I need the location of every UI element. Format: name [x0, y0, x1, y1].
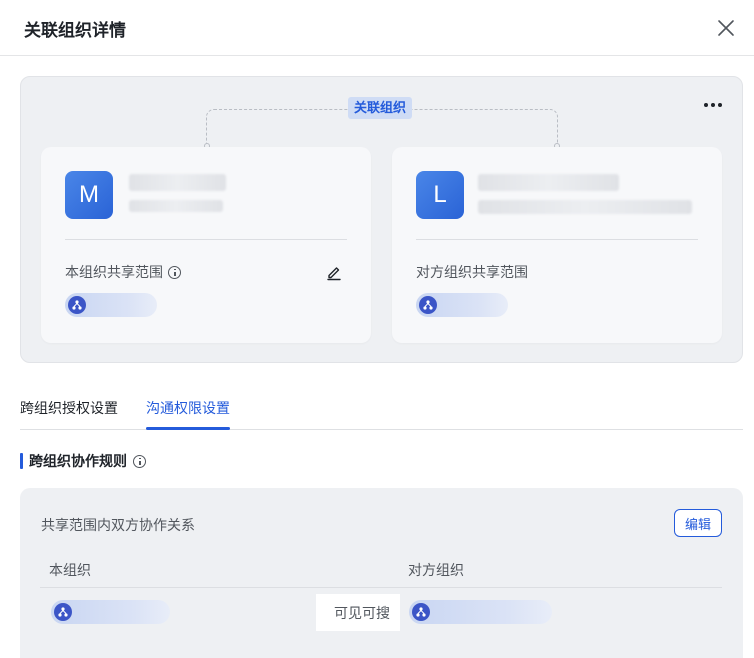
info-icon[interactable]	[133, 454, 146, 468]
info-icon[interactable]	[168, 265, 181, 279]
dialog-title: 关联组织详情	[24, 21, 126, 40]
section-title: 跨组织协作规则	[20, 452, 146, 470]
own-org-card: M 本组织共享范围	[41, 147, 371, 343]
rule-peer-scope-chip[interactable]	[409, 600, 552, 624]
settings-tabs: 跨组织授权设置 沟通权限设置	[20, 386, 743, 430]
own-org-avatar: M	[65, 171, 113, 219]
peer-org-subtitle-redacted	[478, 200, 692, 214]
org-structure-icon	[54, 603, 72, 621]
peer-scope-label: 对方组织共享范围	[416, 264, 528, 280]
collaboration-rules-panel: 共享范围内双方协作关系 编辑 本组织 对方组织 可见可搜	[20, 488, 743, 658]
peer-org-avatar: L	[416, 171, 464, 219]
org-structure-icon	[68, 296, 86, 314]
edit-icon[interactable]	[325, 263, 343, 281]
peer-org-divider	[416, 239, 698, 240]
org-structure-icon	[419, 296, 437, 314]
section-accent-bar	[20, 453, 23, 469]
close-icon	[718, 20, 734, 36]
permission-value[interactable]: 可见可搜	[316, 594, 400, 631]
more-button[interactable]	[700, 95, 726, 115]
peer-scope-chip[interactable]	[416, 293, 508, 317]
rule-own-scope-chip[interactable]	[51, 600, 170, 624]
dialog-header: 关联组织详情	[0, 0, 754, 56]
active-tab-indicator	[146, 427, 230, 430]
own-org-name-redacted	[129, 174, 226, 191]
org-structure-icon	[412, 603, 430, 621]
more-horizontal-icon	[704, 103, 708, 107]
rules-heading: 共享范围内双方协作关系	[41, 517, 195, 533]
own-org-divider	[65, 239, 347, 240]
close-button[interactable]	[712, 14, 740, 42]
own-scope-chip[interactable]	[65, 293, 157, 317]
own-scope-label: 本组织共享范围	[65, 262, 181, 282]
peer-org-name-redacted	[478, 174, 619, 191]
peer-org-card: L 对方组织共享范围	[392, 147, 722, 343]
edit-rules-button[interactable]: 编辑	[674, 509, 722, 537]
own-org-subtitle-redacted	[129, 200, 223, 212]
tab-cross-org-authorization[interactable]: 跨组织授权设置	[20, 398, 118, 418]
column-header-own-org: 本组织	[49, 562, 91, 578]
column-header-peer-org: 对方组织	[408, 562, 464, 578]
relation-badge: 关联组织	[348, 97, 413, 119]
rules-divider	[40, 587, 722, 588]
tab-communication-permissions[interactable]: 沟通权限设置	[146, 398, 230, 418]
